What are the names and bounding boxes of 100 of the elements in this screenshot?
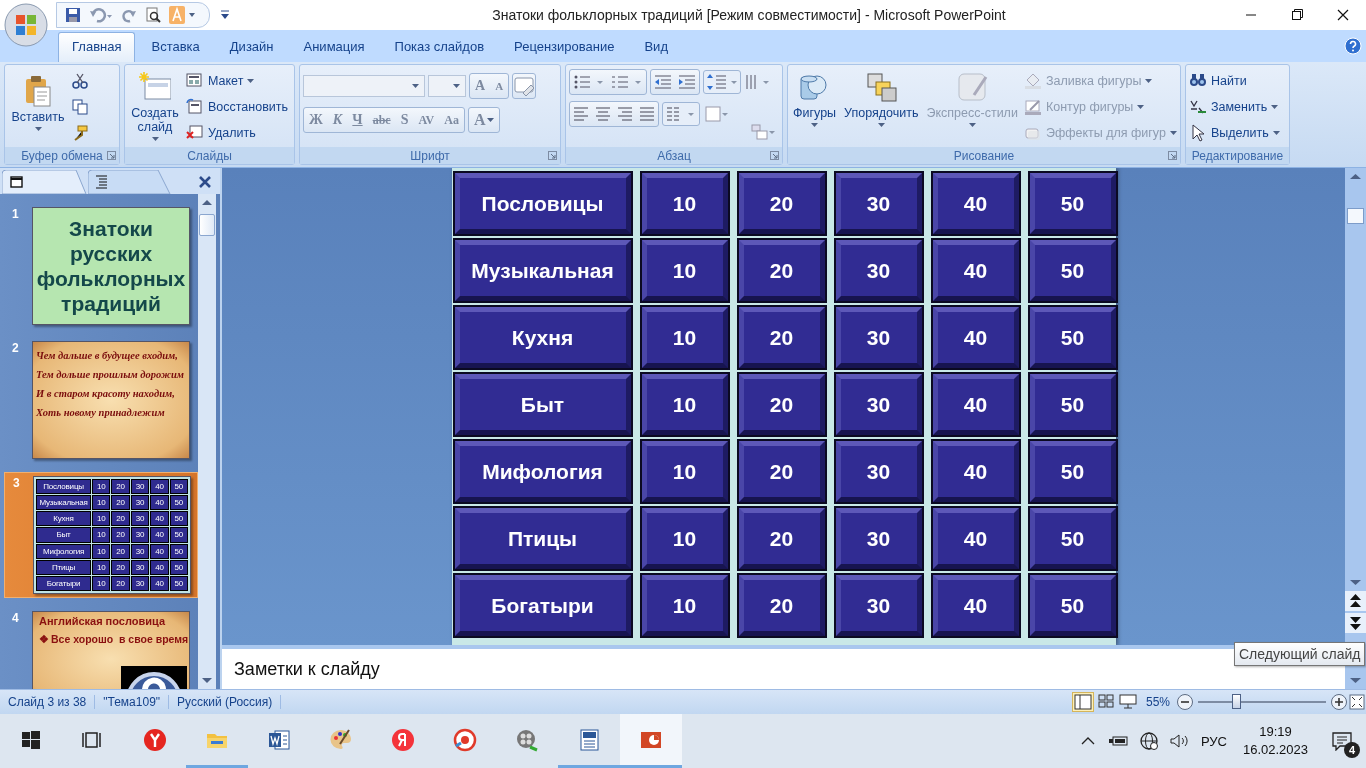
scissors-icon[interactable]	[72, 73, 88, 89]
points-tile[interactable]: 50	[1028, 574, 1117, 637]
next-slide-icon[interactable]	[1345, 613, 1366, 633]
customize-icon[interactable]	[220, 10, 230, 20]
points-tile[interactable]: 10	[640, 507, 729, 570]
select-button[interactable]: Выделить	[1189, 123, 1280, 142]
points-tile[interactable]: 20	[737, 373, 826, 436]
clock-time[interactable]: 19:19	[1259, 723, 1292, 741]
arrange-button[interactable]: Упорядочить	[842, 69, 921, 129]
points-tile[interactable]: 30	[834, 373, 923, 436]
smartart-icon[interactable]	[750, 123, 776, 141]
shapes-button[interactable]: Фигуры	[791, 69, 839, 129]
layout-button[interactable]: Макет	[186, 71, 289, 90]
scrollbar-thumb[interactable]	[199, 214, 215, 236]
points-tile[interactable]: 40	[931, 373, 1020, 436]
scrollbar-thumb[interactable]	[1347, 208, 1364, 224]
ribbon-tab[interactable]: Показ слайдов	[380, 32, 499, 62]
points-tile[interactable]: 50	[1028, 239, 1117, 302]
points-tile[interactable]: 30	[834, 507, 923, 570]
points-tile[interactable]: 50	[1028, 373, 1117, 436]
points-tile[interactable]: 40	[931, 172, 1020, 235]
text-direction-icon[interactable]	[744, 73, 770, 91]
points-tile[interactable]: 30	[834, 239, 923, 302]
category-tile[interactable]: Музыкальная	[453, 239, 632, 302]
points-tile[interactable]: 20	[737, 440, 826, 503]
points-tile[interactable]: 20	[737, 172, 826, 235]
points-tile[interactable]: 30	[834, 306, 923, 369]
points-tile[interactable]: 50	[1028, 440, 1117, 503]
clock-date[interactable]: 16.02.2023	[1242, 741, 1308, 759]
redo-icon[interactable]	[121, 7, 137, 23]
ribbon-tab[interactable]: Дизайн	[215, 32, 288, 62]
zoom-out-icon[interactable]	[1176, 693, 1194, 711]
copy-icon[interactable]	[72, 99, 88, 115]
points-tile[interactable]: 30	[834, 574, 923, 637]
category-tile[interactable]: Мифология	[453, 440, 632, 503]
points-tile[interactable]: 40	[931, 574, 1020, 637]
zoom-slider-thumb[interactable]	[1232, 694, 1242, 709]
slide-thumbnail-row[interactable]: 4 Английская пословица ❖ Все хорошо в свое время	[4, 608, 198, 689]
slide-thumbnail[interactable]: Знатоки русских фольклорных традиций	[32, 207, 190, 325]
points-tile[interactable]: 20	[737, 239, 826, 302]
points-tile[interactable]: 20	[737, 574, 826, 637]
language-indicator[interactable]: Русский (Россия)	[169, 695, 282, 709]
points-tile[interactable]: 40	[931, 239, 1020, 302]
columns-icon[interactable]	[662, 102, 700, 126]
points-tile[interactable]: 30	[834, 172, 923, 235]
slides-tab-icon[interactable]	[2, 170, 88, 194]
slide-thumbnail[interactable]: Чем дальше в будущее входим, Тем дольше прошлым дорожим И в старом красоту находим, Хоть новому принадлежим	[32, 341, 190, 459]
align-text-icon[interactable]	[703, 105, 729, 123]
slide-thumbnail-row[interactable]: 3 Пословицы 10 20 30 40 50 Музыкальная 10 20 30 40 50 Кухня 10 20 30 40 50 Быт 10 20 30 40 50 Мифология 10 20 30 40 50 Птицы 10 20 30 40 50 Богатыри 10 20 30 40 50	[4, 472, 198, 598]
previous-slide-icon[interactable]	[1345, 591, 1366, 611]
ribbon-tab[interactable]: Анимация	[289, 32, 379, 62]
points-tile[interactable]: 10	[640, 440, 729, 503]
dialog-launcher-icon[interactable]	[1168, 151, 1177, 160]
slide-thumbnail-row[interactable]: 2 Чем дальше в будущее входим, Тем дольше прошлым дорожим И в старом красоту находим, Хоть новому принадлежим	[4, 338, 198, 462]
zoom-level[interactable]: 55%	[1145, 695, 1170, 709]
category-tile[interactable]: Богатыри	[453, 574, 632, 637]
sorter-view-icon[interactable]	[1095, 692, 1116, 710]
close-icon[interactable]	[198, 175, 212, 189]
ribbon-tab[interactable]: Вид	[630, 32, 682, 62]
format-painter-icon[interactable]	[72, 125, 88, 141]
points-tile[interactable]: 20	[737, 507, 826, 570]
line-spacing-icon[interactable]	[703, 70, 741, 94]
reset-button[interactable]: Восстановить	[186, 97, 289, 116]
ribbon-tab[interactable]: Вставка	[137, 32, 214, 62]
globe-icon[interactable]	[1138, 731, 1159, 751]
points-tile[interactable]: 10	[640, 172, 729, 235]
font-name-field[interactable]	[303, 75, 425, 97]
slide-thumbnail-row[interactable]: 1 Знатоки русских фольклорных традиций	[4, 204, 198, 328]
points-tile[interactable]: 50	[1028, 172, 1117, 235]
category-tile[interactable]: Птицы	[453, 507, 632, 570]
category-tile[interactable]: Пословицы	[453, 172, 632, 235]
dialog-launcher-icon[interactable]	[107, 151, 116, 160]
find-button[interactable]: Найти	[1189, 71, 1280, 90]
normal-view-icon[interactable]	[1071, 692, 1094, 712]
ribbon-tab[interactable]: Главная	[58, 32, 136, 62]
fit-to-window-icon[interactable]	[1348, 693, 1366, 711]
dialog-launcher-icon[interactable]	[548, 151, 557, 160]
clear-formatting-icon[interactable]	[513, 76, 536, 96]
slideshow-view-icon[interactable]	[1117, 692, 1138, 710]
points-tile[interactable]: 40	[931, 440, 1020, 503]
points-tile[interactable]: 50	[1028, 507, 1117, 570]
points-tile[interactable]: 10	[640, 574, 729, 637]
input-language[interactable]: РУС	[1200, 733, 1227, 749]
save-icon[interactable]	[65, 7, 81, 23]
points-tile[interactable]: 30	[834, 440, 923, 503]
points-tile[interactable]: 20	[737, 306, 826, 369]
ribbon-tab[interactable]: Рецензирование	[500, 32, 629, 62]
volume-icon[interactable]	[1168, 732, 1191, 750]
points-tile[interactable]: 40	[931, 306, 1020, 369]
new-slide-button[interactable]: Создать слайд	[128, 69, 182, 143]
points-tile[interactable]: 10	[640, 239, 729, 302]
category-tile[interactable]: Кухня	[453, 306, 632, 369]
points-tile[interactable]: 10	[640, 306, 729, 369]
font-size-field[interactable]	[428, 75, 466, 97]
replace-button[interactable]: Заменить	[1189, 97, 1280, 116]
help-icon[interactable]	[1344, 37, 1362, 55]
points-tile[interactable]: 10	[640, 373, 729, 436]
zoom-in-icon[interactable]	[1330, 693, 1348, 711]
category-tile[interactable]: Быт	[453, 373, 632, 436]
print-preview-icon[interactable]	[145, 7, 161, 23]
